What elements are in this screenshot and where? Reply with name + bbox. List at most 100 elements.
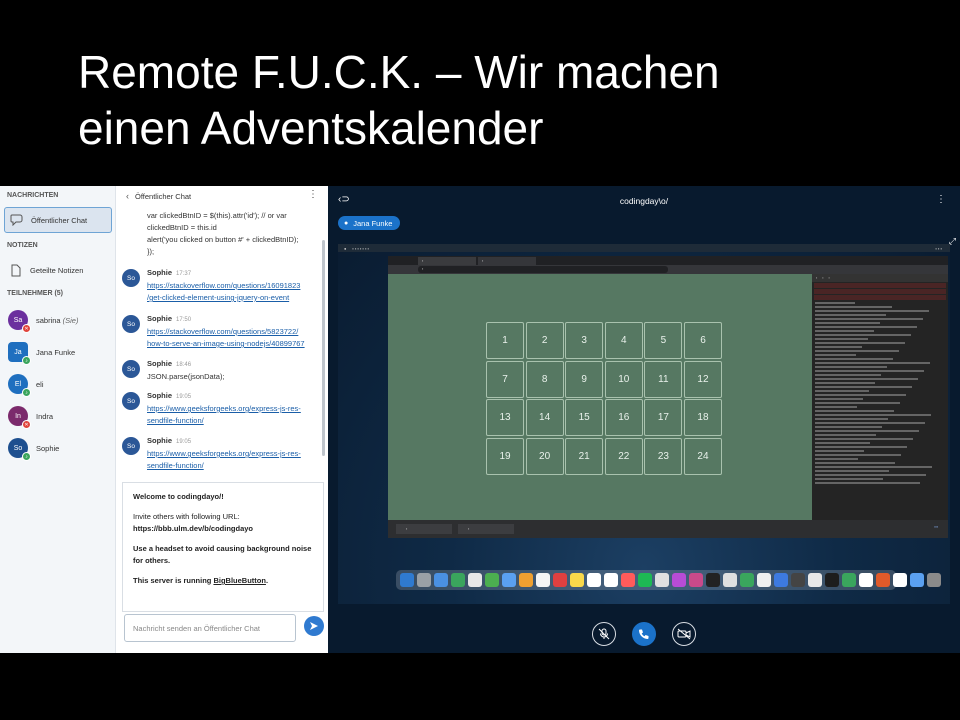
dock-app-icon: [536, 573, 550, 587]
calendar-door[interactable]: 1: [486, 322, 524, 359]
chat-bubble-icon: [9, 212, 25, 228]
invite-url: https://bbb.ulm.dev/b/codingdayo: [133, 524, 253, 533]
browser-window: ▪ ▪ ▪ 1 2 3 4 5 6 7 8 9 10 11 12 13 14 15 16 17 18 19 20 21 2…: [388, 256, 948, 538]
dock-app-icon: [842, 573, 856, 587]
participants-section-header: TEILNEHMER (5): [7, 290, 63, 297]
calendar-door[interactable]: 21: [565, 437, 604, 475]
calendar-door[interactable]: 7: [486, 360, 524, 398]
dock-app-icon: [910, 573, 924, 587]
dock-app-icon: [927, 573, 941, 587]
calendar-door[interactable]: 10: [604, 360, 643, 398]
kebab-icon[interactable]: ⋮: [936, 194, 946, 205]
dock-app-icon: [434, 573, 448, 587]
calendar-door[interactable]: 2: [525, 322, 564, 359]
browser-tab: ▪: [418, 257, 476, 265]
calendar-door[interactable]: 6: [683, 322, 722, 359]
dock-app-icon: [553, 573, 567, 587]
kebab-icon[interactable]: ⋮: [308, 189, 318, 200]
devtools-panel: ▪ ▪ ▪: [812, 274, 948, 520]
message-link[interactable]: https://www.geeksforgeeks.org/express-js…: [147, 403, 322, 427]
public-chat-item[interactable]: Öffentlicher Chat: [4, 207, 112, 233]
calendar-door[interactable]: 23: [644, 437, 683, 475]
download-item: ▪: [458, 524, 514, 534]
calendar-door[interactable]: 18: [683, 399, 722, 437]
chat-message: So Sophie 18:46 JSON.parse(jsonData);: [122, 358, 322, 383]
audio-button[interactable]: [632, 622, 656, 646]
chat-title: Öffentlicher Chat: [135, 191, 192, 201]
chat-scrollbar[interactable]: [322, 240, 325, 456]
calendar-door[interactable]: 16: [604, 399, 643, 437]
user-item[interactable]: Sa ✕ sabrina (Sie): [8, 310, 79, 333]
phone-icon: [639, 629, 649, 639]
user-name: Indra: [36, 411, 54, 421]
talking-indicator: ● Jana Funke: [338, 216, 401, 230]
slide-title-line-1: Remote F.U.C.K. – Wir machen: [78, 46, 720, 98]
calendar-door[interactable]: 19: [486, 437, 524, 475]
calendar-door[interactable]: 4: [604, 322, 643, 359]
dock-app-icon: [655, 573, 669, 587]
camera-off-icon: [677, 628, 691, 640]
mac-menubar: ● ▪ ▪ ▪ ▪ ▪ ▪ ▪ ▪ ▪ ▪: [338, 244, 950, 252]
bigbluebutton-link[interactable]: BigBlueButton: [213, 576, 266, 585]
user-item[interactable]: So ♪ Sophie: [8, 438, 59, 461]
chat-header: ‹ Öffentlicher Chat ⋮: [116, 186, 328, 206]
dock-app-icon: [740, 573, 754, 587]
notes-section-header: NOTIZEN: [7, 242, 38, 249]
mac-dock: [396, 570, 941, 590]
dock-app-icon: [485, 573, 499, 587]
message-text: JSON.parse(jsonData);: [147, 372, 225, 381]
call-controls: [328, 622, 960, 648]
muted-badge-icon: ✕: [22, 420, 31, 429]
shared-notes-item[interactable]: Geteilte Notizen: [4, 259, 112, 281]
message-link[interactable]: https://www.geeksforgeeks.org/express-js…: [147, 448, 322, 472]
calendar-door[interactable]: 12: [683, 360, 722, 398]
mute-button[interactable]: [592, 622, 616, 646]
calendar-door[interactable]: 9: [565, 360, 604, 398]
calendar-door[interactable]: 5: [644, 322, 683, 359]
calendar-door[interactable]: 14: [525, 399, 564, 437]
sender-name: Sophie: [147, 359, 173, 368]
message-link[interactable]: https://stackoverflow.com/questions/5823…: [147, 326, 322, 350]
dock-app-icon: [893, 573, 907, 587]
dock-app-icon: [876, 573, 890, 587]
public-chat-label: Öffentlicher Chat: [31, 215, 88, 225]
user-name: eli: [36, 379, 44, 389]
calendar-door[interactable]: 22: [604, 437, 643, 475]
you-label: (Sie): [62, 315, 79, 325]
avatar: So: [122, 360, 140, 378]
microphone-icon: ●: [344, 219, 349, 227]
dock-app-icon: [723, 573, 737, 587]
calendar-door[interactable]: 11: [644, 360, 683, 398]
avatar: In ✕: [8, 406, 31, 429]
send-icon: [310, 622, 318, 630]
audio-badge-icon: ♪: [22, 388, 31, 397]
avatar: El ♪: [8, 374, 31, 397]
user-list-panel: NACHRICHTEN Öffentlicher Chat NOTIZEN Ge…: [0, 186, 116, 653]
user-item[interactable]: In ✕ Indra: [8, 406, 54, 429]
calendar-door[interactable]: 15: [565, 399, 604, 437]
calendar-door[interactable]: 3: [565, 322, 604, 359]
chevron-left-icon[interactable]: ‹: [126, 191, 129, 201]
code-message: var clickedBtnID = $(this).attr('id'); /…: [147, 211, 299, 256]
message-link[interactable]: https://stackoverflow.com/questions/1609…: [147, 280, 322, 304]
calendar-door[interactable]: 20: [525, 437, 564, 475]
avatar: So: [122, 269, 140, 287]
room-name: codingday\o/: [619, 196, 669, 206]
calendar-door[interactable]: 13: [486, 399, 524, 437]
send-button[interactable]: [304, 616, 324, 636]
user-item[interactable]: El ♪ eli: [8, 374, 44, 397]
calendar-door[interactable]: 17: [644, 399, 683, 437]
dock-app-icon: [808, 573, 822, 587]
dock-app-icon: [604, 573, 618, 587]
user-name: sabrina: [36, 315, 61, 325]
user-item[interactable]: Ja ♪ Jana Funke: [8, 342, 75, 365]
camera-button[interactable]: [672, 622, 696, 646]
dock-app-icon: [400, 573, 414, 587]
avatar: So: [122, 392, 140, 410]
chat-input[interactable]: Nachricht senden an Öffentlicher Chat: [124, 614, 296, 642]
avatar: So: [122, 437, 140, 455]
chat-message-list[interactable]: var clickedBtnID = $(this).attr('id'); /…: [116, 206, 328, 482]
dock-app-icon: [672, 573, 686, 587]
calendar-door[interactable]: 8: [525, 360, 564, 398]
calendar-door[interactable]: 24: [683, 437, 722, 475]
